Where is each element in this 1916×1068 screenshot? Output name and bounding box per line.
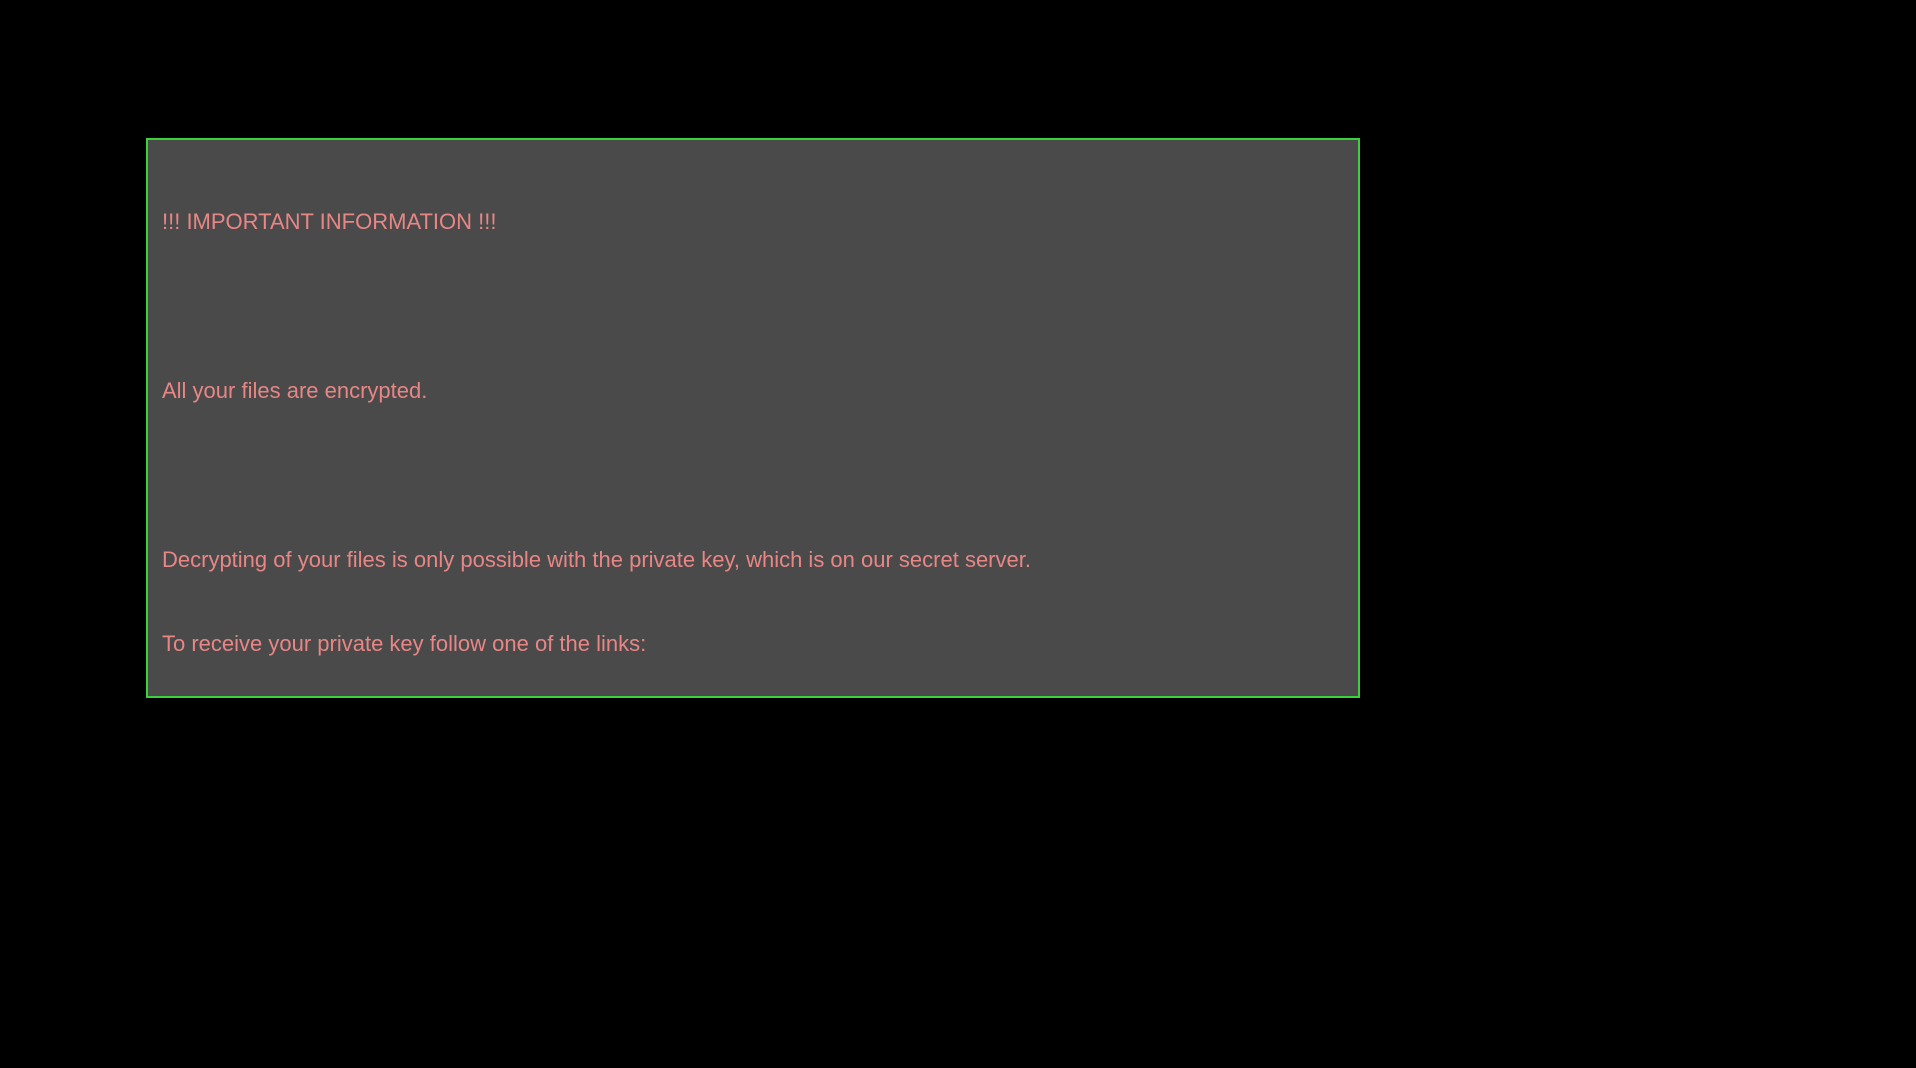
blank-line: [162, 293, 1344, 321]
note-title: !!! IMPORTANT INFORMATION !!!: [162, 208, 1344, 236]
note-receive-key: To receive your private key follow one o…: [162, 630, 1344, 658]
blank-line: [162, 462, 1344, 490]
note-files-encrypted: All your files are encrypted.: [162, 377, 1344, 405]
ransom-note-box: !!! IMPORTANT INFORMATION !!! All your f…: [146, 138, 1360, 698]
note-decrypt-info: Decrypting of your files is only possibl…: [162, 546, 1344, 574]
